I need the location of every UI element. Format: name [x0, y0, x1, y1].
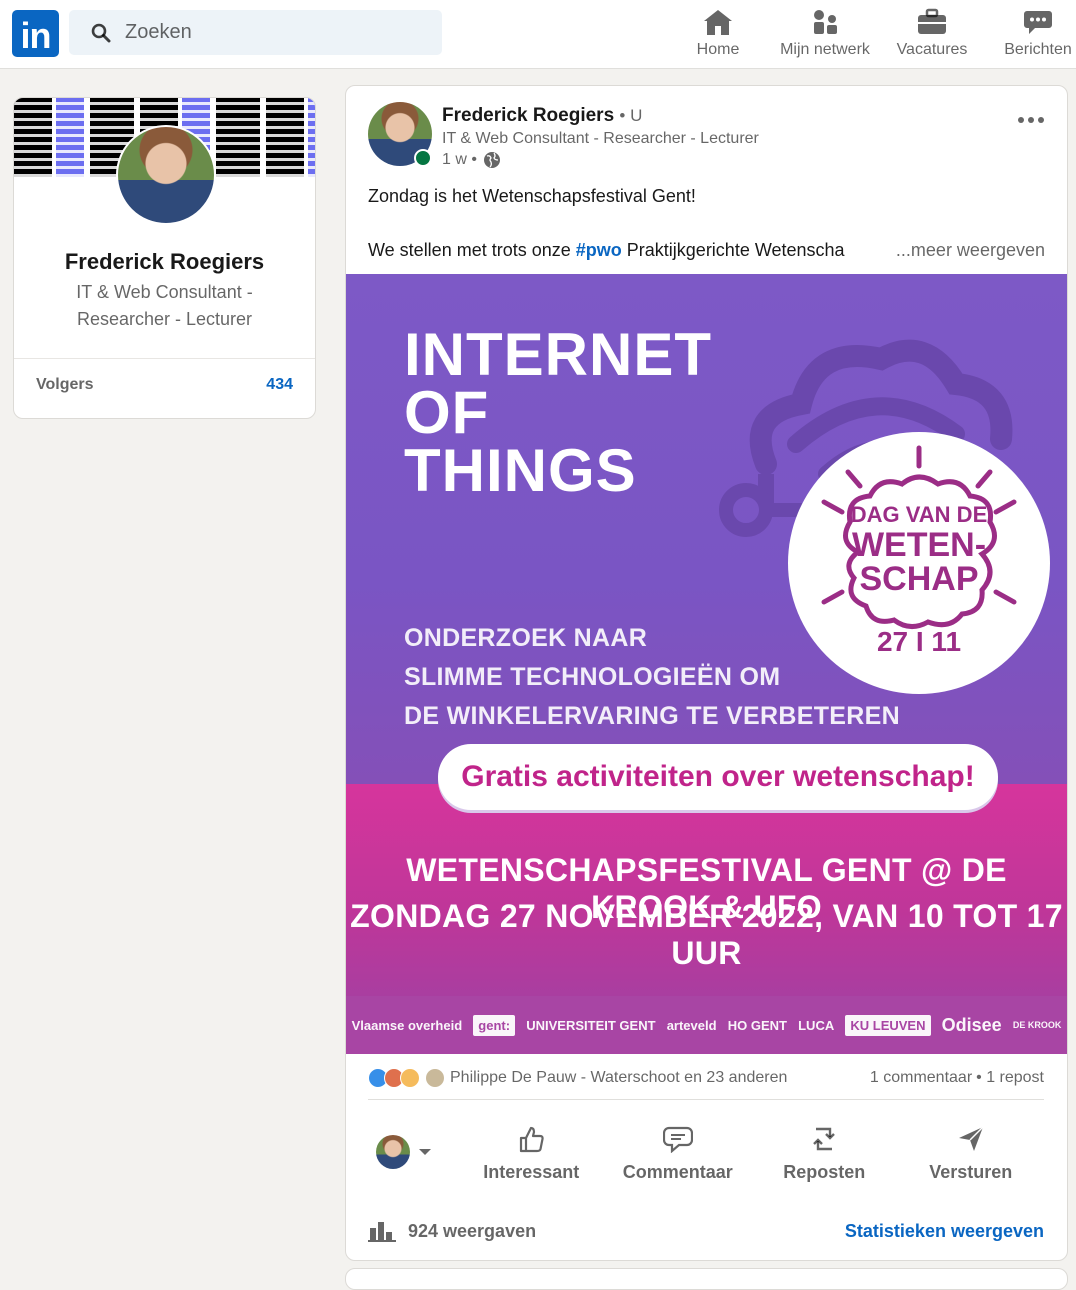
partner-logo: LUCA	[798, 1017, 835, 1033]
partner-logo: Odisee	[941, 1014, 1002, 1035]
poster-title-line: INTERNET	[404, 321, 712, 388]
partner-logo: HO GENT	[727, 1017, 787, 1033]
poster-subtitle: ONDERZOEK NAAR SLIMME TECHNOLOGIEËN OM D…	[404, 619, 900, 736]
view-analytics-link[interactable]: Statistieken weergeven	[845, 1221, 1044, 1242]
poster-title-line: OF	[404, 379, 490, 446]
comment-label: Commentaar	[622, 1161, 733, 1182]
badge-line: DAG VAN DE	[850, 502, 988, 527]
reactors-text[interactable]: Philippe De Pauw - Waterschoot en 23 and…	[450, 1069, 787, 1087]
repost-button[interactable]: Reposten	[751, 1122, 898, 1183]
nav-home[interactable]: Home	[692, 6, 744, 62]
comment-button[interactable]: Commentaar	[605, 1122, 752, 1183]
search-icon	[91, 23, 111, 42]
online-status-indicator	[414, 149, 432, 167]
repost-icon	[813, 1127, 836, 1150]
like-label: Interessant	[483, 1161, 580, 1182]
post-image[interactable]: INTERNET OF THINGS DAG VAN DE WETEN- SCH…	[346, 274, 1067, 1054]
post-time: 1 w •	[442, 151, 477, 168]
network-icon	[814, 10, 837, 34]
post-meta: 1 w •	[442, 151, 501, 169]
send-icon	[958, 1125, 984, 1151]
top-navigation-bar: in Home Mijn netwerk	[0, 0, 1076, 69]
poster-subtitle-line: ONDERZOEK NAAR	[404, 624, 648, 652]
repost-label: Reposten	[783, 1161, 866, 1182]
actor-avatar	[376, 1135, 410, 1169]
search-bar[interactable]	[69, 10, 442, 55]
globe-icon	[483, 152, 500, 168]
next-feed-card	[345, 1268, 1068, 1290]
actor-selector[interactable]	[368, 1135, 458, 1169]
badge-line: SCHAP	[859, 560, 979, 598]
poster-title-line: THINGS	[404, 437, 637, 504]
poster-subtitle-line: DE WINKELERVARING TE VERBETEREN	[404, 702, 900, 730]
author-name-text[interactable]: Frederick Roegiers	[442, 105, 614, 126]
briefcase-icon	[918, 8, 946, 34]
poster-title: INTERNET OF THINGS	[404, 321, 712, 504]
partner-logo: UNIVERSITEIT GENT	[526, 1017, 656, 1033]
linkedin-logo[interactable]: in	[12, 10, 59, 57]
partner-logo: arteveld	[666, 1017, 717, 1033]
send-button[interactable]: Versturen	[898, 1122, 1045, 1183]
feed-post: Frederick Roegiers • U IT & Web Consulta…	[345, 85, 1068, 1261]
like-button[interactable]: Interessant	[458, 1122, 605, 1183]
badge-text: DAG VAN DE WETEN- SCHAP	[788, 502, 1050, 596]
nav-messaging[interactable]: Berichten	[1001, 6, 1075, 62]
profile-name[interactable]: Frederick Roegiers	[14, 249, 315, 275]
post-more-options-button[interactable]	[1017, 104, 1045, 130]
bar-chart-icon	[368, 1222, 396, 1242]
see-more-button[interactable]: ...meer weergeven	[891, 240, 1045, 261]
nav-jobs-label: Vacatures	[896, 41, 968, 58]
insightful-reaction-icon	[400, 1068, 420, 1088]
hashtag-link[interactable]: #pwo	[576, 240, 622, 260]
home-icon	[704, 10, 732, 35]
nav-jobs[interactable]: Vacatures	[893, 6, 971, 62]
profile-headline: IT & Web Consultant - Researcher - Lectu…	[76, 282, 253, 329]
nav-messaging-label: Berichten	[1004, 41, 1072, 58]
social-counts: Philippe De Pauw - Waterschoot en 23 and…	[368, 1066, 1044, 1090]
profile-card: Frederick Roegiers IT & Web Consultant -…	[13, 97, 316, 419]
caret-down-icon	[419, 1149, 431, 1155]
badge-line: WETEN-	[851, 526, 987, 564]
like-icon	[520, 1126, 544, 1152]
poster-subtitle-line: SLIMME TECHNOLOGIEËN OM	[404, 663, 781, 691]
post-text-line1: Zondag is het Wetenschapsfestival Gent!	[368, 186, 696, 206]
profile-divider	[14, 358, 315, 359]
post-analytics: 924 weergaven Statistieken weergeven	[368, 1220, 1044, 1242]
partner-logo: Vlaamse overheid	[351, 1017, 463, 1033]
profile-avatar[interactable]	[116, 125, 216, 225]
followers-label[interactable]: Volgers	[36, 376, 94, 394]
comments-count[interactable]: 1 commentaar	[870, 1069, 972, 1087]
post-author-headline: IT & Web Consultant - Researcher - Lectu…	[442, 130, 759, 147]
messaging-icon	[1024, 11, 1052, 34]
poster-festival-line2: ZONDAG 27 NOVEMBER 2022, VAN 10 TOT 17 U…	[350, 898, 1063, 971]
search-input[interactable]	[123, 20, 427, 45]
nav-home-label: Home	[696, 41, 740, 58]
reaction-icons[interactable]	[368, 1068, 420, 1088]
partner-logo: DE KROOK	[1012, 1020, 1062, 1030]
post-text-after-hashtag: Praktijkgerichte Wetenscha	[621, 240, 845, 260]
reposts-count[interactable]: • 1 repost	[976, 1069, 1044, 1087]
views-count: 924 weergaven	[408, 1220, 537, 1241]
post-divider	[368, 1099, 1044, 1100]
poster-pill-text: Gratis activiteiten over wetenschap!	[438, 744, 998, 810]
followers-count[interactable]: 434	[266, 376, 293, 394]
post-text-before-hashtag: We stellen met trots onze	[368, 240, 576, 260]
post-actions: Interessant Commentaar Reposten Versture…	[368, 1114, 1044, 1190]
post-author-name[interactable]: Frederick Roegiers • U	[442, 105, 642, 127]
comment-icon	[662, 1126, 693, 1153]
nav-my-network-label: Mijn netwerk	[780, 41, 870, 58]
reactor-avatar	[426, 1069, 444, 1087]
ellipsis-icon	[1018, 117, 1044, 123]
send-label: Versturen	[929, 1161, 1013, 1182]
partner-logo: KU LEUVEN	[845, 1014, 931, 1036]
nav-my-network[interactable]: Mijn netwerk	[776, 6, 874, 62]
partner-logos: Vlaamse overheid gent: UNIVERSITEIT GENT…	[346, 996, 1067, 1054]
author-degree: • U	[619, 106, 643, 125]
partner-logo: gent:	[473, 1014, 516, 1036]
